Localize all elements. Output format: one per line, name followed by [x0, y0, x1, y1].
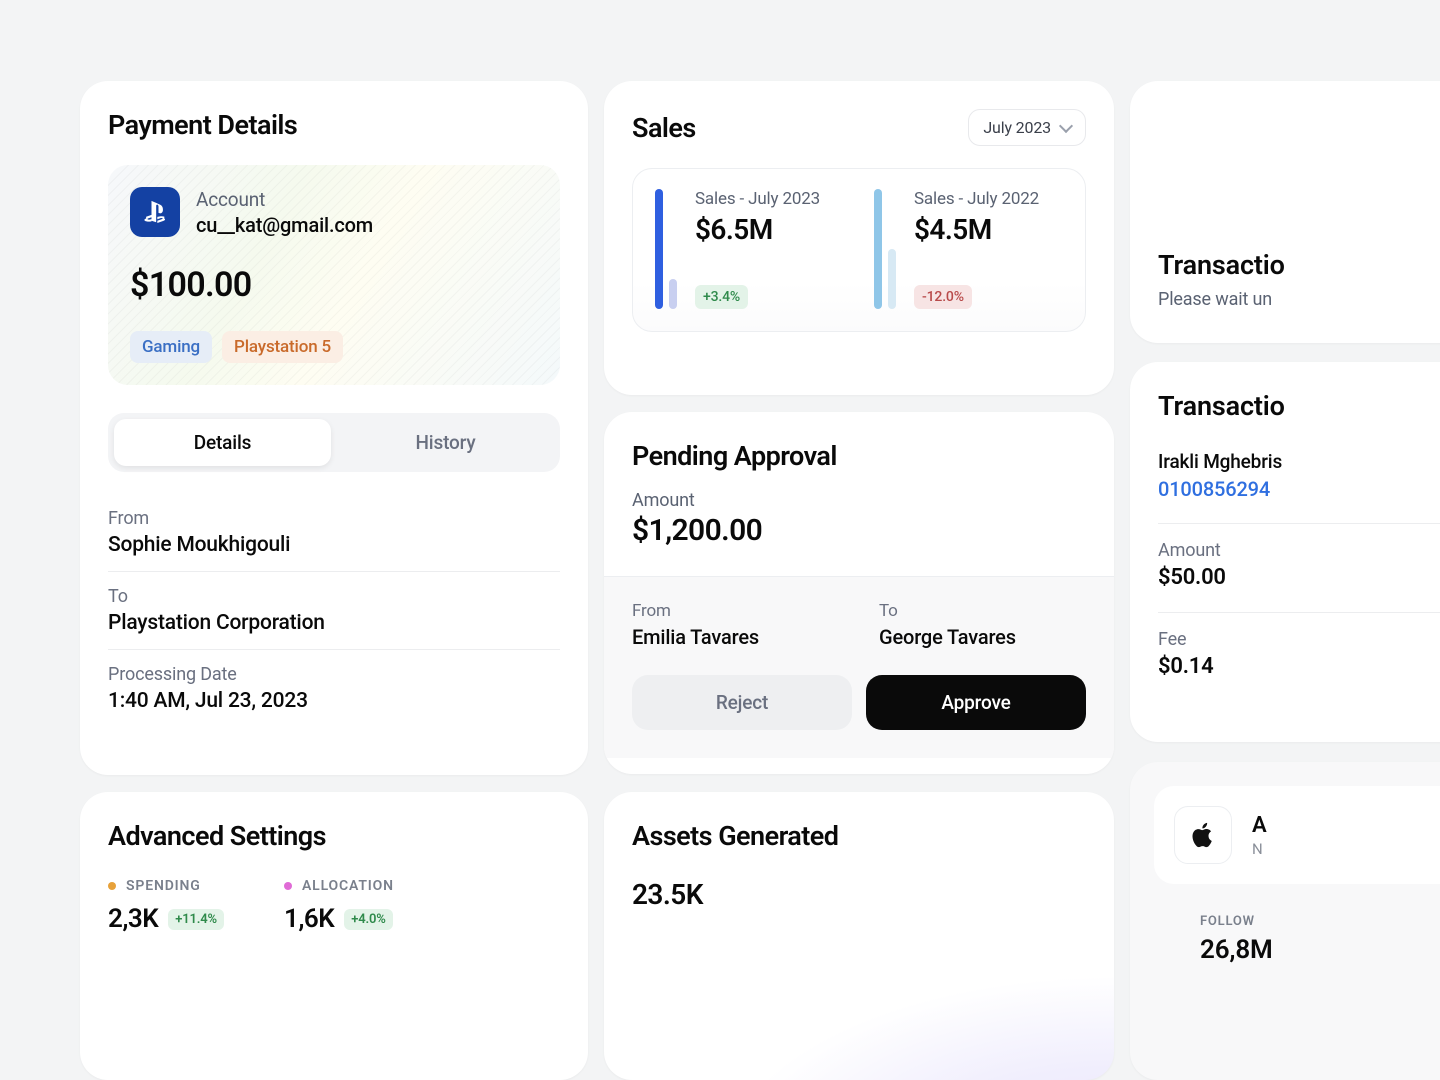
amount-label: Amount [1158, 540, 1440, 561]
allocation-value: 1,6K [284, 904, 334, 934]
account-label: Account [196, 188, 373, 211]
bar-secondary [669, 279, 677, 309]
bar-primary [655, 189, 663, 309]
bar-chart-2023 [655, 189, 677, 309]
sales-card: Sales July 2023 Sales - July 2023 $6.5M … [604, 81, 1114, 395]
allocation-metric: ALLOCATION 1,6K +4.0% [284, 878, 394, 934]
pending-approval-card: Pending Approval Amount $1,200.00 From E… [604, 412, 1114, 774]
bar-primary [874, 189, 882, 309]
spending-label: SPENDING [126, 878, 201, 894]
payment-tabs: Details History [108, 413, 560, 472]
allocation-delta: +4.0% [344, 909, 393, 930]
sales-metrics-box: Sales - July 2023 $6.5M +3.4% Sales - Ju… [632, 168, 1086, 332]
advanced-settings-card: Advanced Settings SPENDING 2,3K +11.4% A… [80, 792, 588, 1080]
metric-value: $6.5M [695, 213, 820, 246]
fee-value: $0.14 [1158, 654, 1440, 679]
processing-date-label: Processing Date [108, 664, 560, 685]
brand-follow-card: A N FOLLOW 26,8M [1130, 762, 1440, 1080]
follow-label: FOLLOW [1200, 914, 1440, 929]
sales-title: Sales [632, 112, 696, 144]
brand-initial: A [1252, 813, 1267, 838]
transaction-detail-card: Transactio Irakli Mghebris 0100856294 Am… [1130, 362, 1440, 742]
amount-value: $50.00 [1158, 565, 1440, 590]
from-value: Sophie Moukhigouli [108, 533, 560, 557]
tag-playstation5[interactable]: Playstation 5 [222, 331, 343, 363]
payment-details-card: Payment Details Account cu__kat@gmail.co… [80, 81, 588, 775]
bar-secondary [888, 249, 896, 309]
account-summary-box: Account cu__kat@gmail.com $100.00 Gaming… [108, 165, 560, 385]
edge1-subtitle: Please wait un [1158, 289, 1440, 310]
pending-to-label: To [879, 601, 1086, 621]
spending-delta: +11.4% [168, 909, 224, 930]
dot-icon [108, 882, 116, 890]
pending-title: Pending Approval [632, 440, 1086, 472]
chevron-down-icon [1059, 118, 1073, 132]
approve-button[interactable]: Approve [866, 675, 1086, 730]
assets-value: 23.5K [632, 878, 1086, 911]
sales-metric-2023: Sales - July 2023 $6.5M +3.4% [655, 189, 844, 309]
to-label: To [108, 586, 560, 607]
delta-badge-down: -12.0% [914, 285, 972, 309]
payment-details-title: Payment Details [108, 109, 560, 141]
to-value: Playstation Corporation [108, 611, 560, 635]
payment-detail-list: From Sophie Moukhigouli To Playstation C… [108, 494, 560, 727]
pending-amount-label: Amount [632, 490, 1086, 511]
from-label: From [108, 508, 560, 529]
tab-history[interactable]: History [337, 419, 554, 466]
advanced-title: Advanced Settings [108, 820, 560, 852]
processing-date-value: 1:40 AM, Jul 23, 2023 [108, 689, 560, 713]
account-email: cu__kat@gmail.com [196, 213, 373, 237]
assets-title: Assets Generated [632, 820, 1086, 852]
pending-from-value: Emilia Tavares [632, 625, 839, 649]
metric-value: $4.5M [914, 213, 1039, 246]
sales-metric-2022: Sales - July 2022 $4.5M -12.0% [874, 189, 1063, 309]
period-selector[interactable]: July 2023 [968, 109, 1086, 146]
period-label: July 2023 [983, 118, 1051, 137]
payer-name: Irakli Mghebris [1158, 450, 1440, 473]
bar-chart-2022 [874, 189, 896, 309]
metric-label: Sales - July 2022 [914, 189, 1039, 209]
apple-icon [1174, 806, 1232, 864]
edge1-title: Transactio [1158, 249, 1440, 281]
playstation-icon [130, 187, 180, 237]
spending-metric: SPENDING 2,3K +11.4% [108, 878, 224, 934]
transaction-loading-card: Transactio Please wait un [1130, 81, 1440, 343]
pending-from-label: From [632, 601, 839, 621]
tab-details[interactable]: Details [114, 419, 331, 466]
delta-badge-up: +3.4% [695, 285, 748, 309]
dot-icon [284, 882, 292, 890]
transaction-id-link[interactable]: 0100856294 [1158, 477, 1440, 501]
spending-value: 2,3K [108, 904, 158, 934]
assets-generated-card: Assets Generated 23.5K [604, 792, 1114, 1080]
edge2-title: Transactio [1158, 390, 1440, 422]
fee-label: Fee [1158, 629, 1440, 650]
metric-label: Sales - July 2023 [695, 189, 820, 209]
follow-value: 26,8M [1200, 935, 1440, 965]
pending-amount: $1,200.00 [632, 513, 1086, 548]
brand-sub: N [1252, 840, 1267, 858]
reject-button[interactable]: Reject [632, 675, 852, 730]
payment-amount: $100.00 [130, 265, 538, 305]
tag-gaming[interactable]: Gaming [130, 331, 212, 363]
pending-to-value: George Tavares [879, 625, 1086, 649]
allocation-label: ALLOCATION [302, 878, 394, 894]
